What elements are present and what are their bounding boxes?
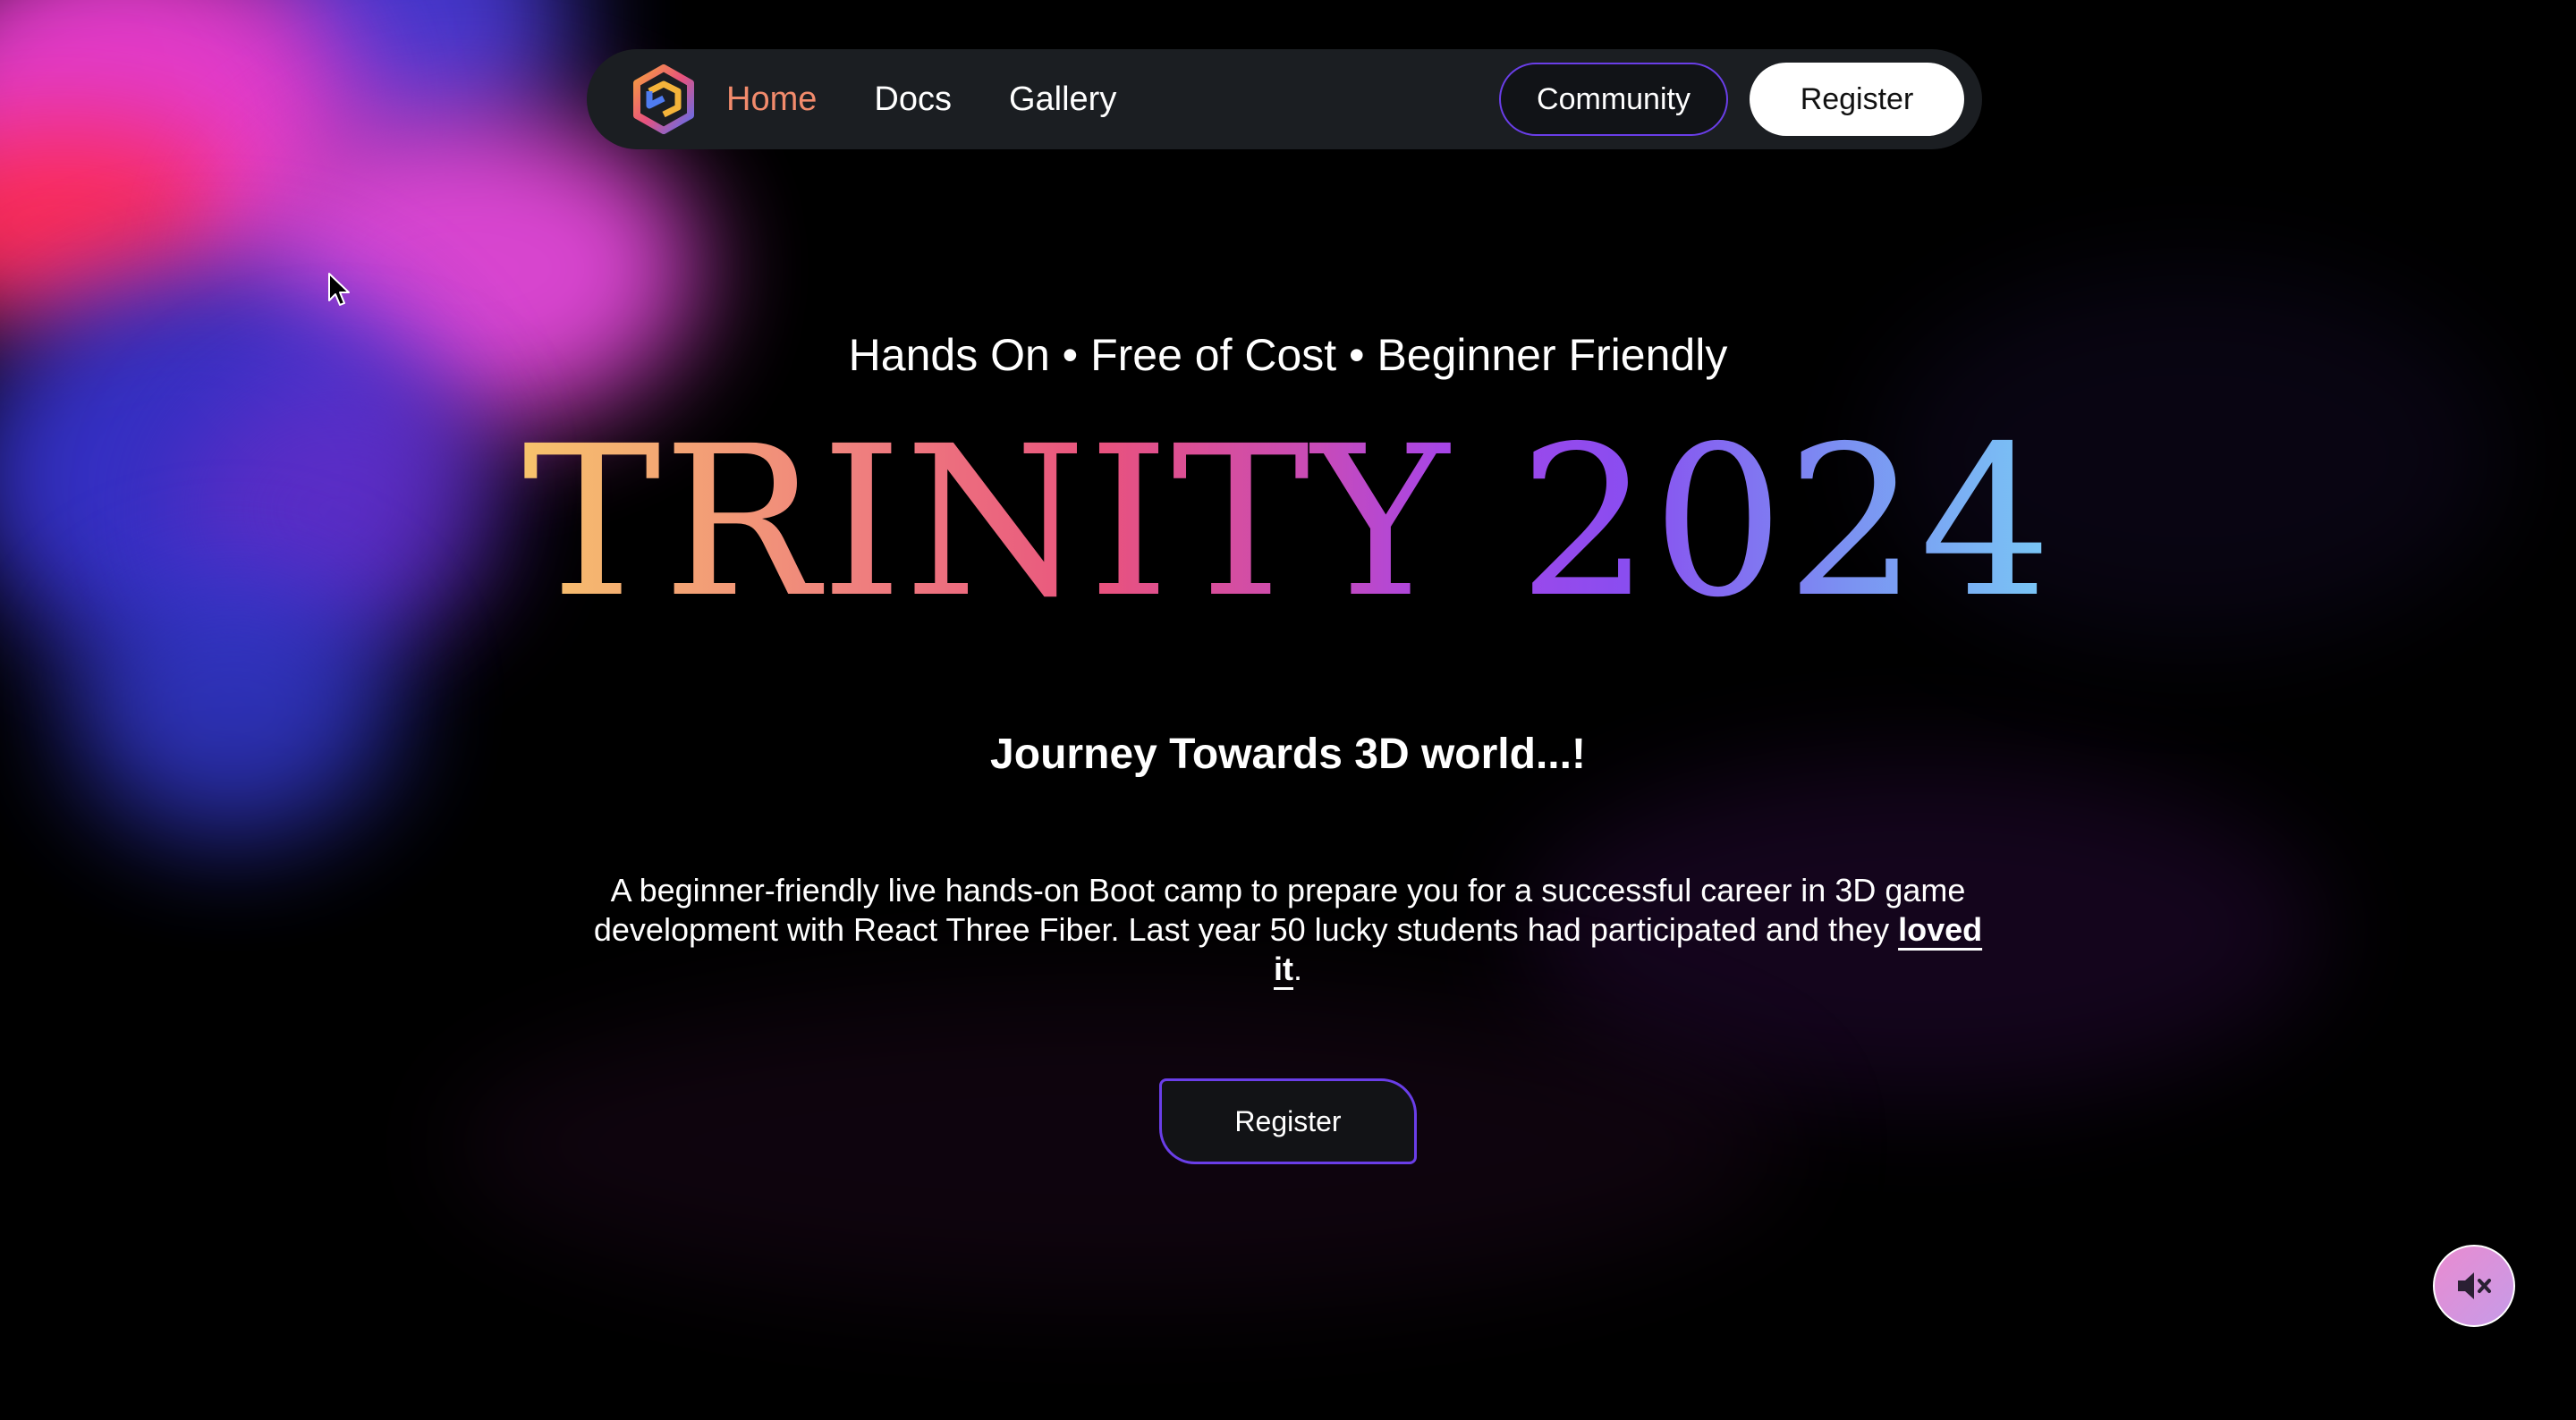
page: Home Docs Gallery Community Register Han… [0, 0, 2576, 1420]
description-end: . [1292, 951, 1302, 987]
hero-subtitle: Journey Towards 3D world...! [990, 731, 1586, 778]
nav-link-gallery[interactable]: Gallery [1009, 80, 1116, 119]
nav-links: Home Docs Gallery [726, 80, 1116, 119]
speaker-muted-icon [2458, 1272, 2491, 1299]
mouse-cursor-icon [328, 273, 350, 306]
mute-toggle-button[interactable] [2433, 1245, 2515, 1327]
trinity-cube-logo-icon[interactable] [631, 64, 696, 134]
hero-title: TRINITY 2024 [0, 418, 2576, 626]
hero-description: A beginner-friendly live hands-on Boot c… [590, 871, 1986, 989]
navbar: Home Docs Gallery Community Register [587, 49, 1982, 149]
hero-register-button[interactable]: Register [1159, 1078, 1417, 1164]
hero-title-text: TRINITY 2024 [522, 401, 2054, 643]
nav-register-button[interactable]: Register [1750, 63, 1964, 136]
hero-tagline: Hands On • Free of Cost • Beginner Frien… [848, 330, 1728, 380]
smoke-background [0, 0, 2576, 1420]
nav-link-docs[interactable]: Docs [874, 80, 952, 119]
community-button[interactable]: Community [1499, 63, 1728, 136]
nav-link-home[interactable]: Home [726, 80, 817, 119]
description-text: A beginner-friendly live hands-on Boot c… [593, 872, 1966, 948]
